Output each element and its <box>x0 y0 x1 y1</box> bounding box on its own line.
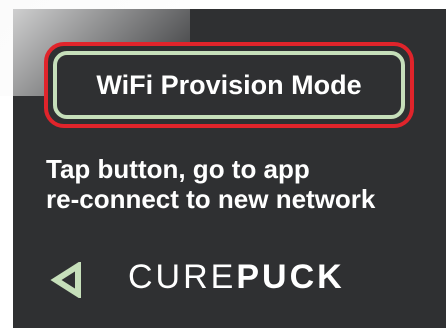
instructions-line-2: re-connect to new network <box>46 184 376 214</box>
brand-logo-puck: PUCK <box>236 258 345 296</box>
instructions-line-1: Tap button, go to app <box>46 154 310 184</box>
brand-logo: CUREPUCK <box>128 258 345 297</box>
wifi-provision-mode-button-inner[interactable]: WiFi Provision Mode <box>53 51 405 119</box>
wifi-provision-mode-label: WiFi Provision Mode <box>96 69 362 100</box>
triangle-left-icon[interactable] <box>50 262 86 298</box>
brand-logo-cure: CURE <box>128 258 237 296</box>
wifi-provision-mode-button[interactable]: WiFi Provision Mode <box>44 42 414 128</box>
instructions-text: Tap button, go to app re-connect to new … <box>46 154 436 214</box>
